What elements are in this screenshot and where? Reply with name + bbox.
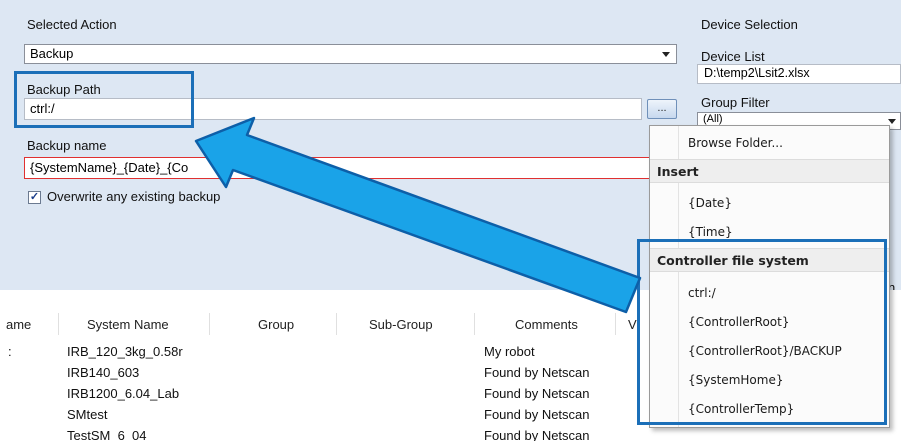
- arrow-icon: [194, 116, 642, 314]
- annotation-arrow: [194, 116, 642, 314]
